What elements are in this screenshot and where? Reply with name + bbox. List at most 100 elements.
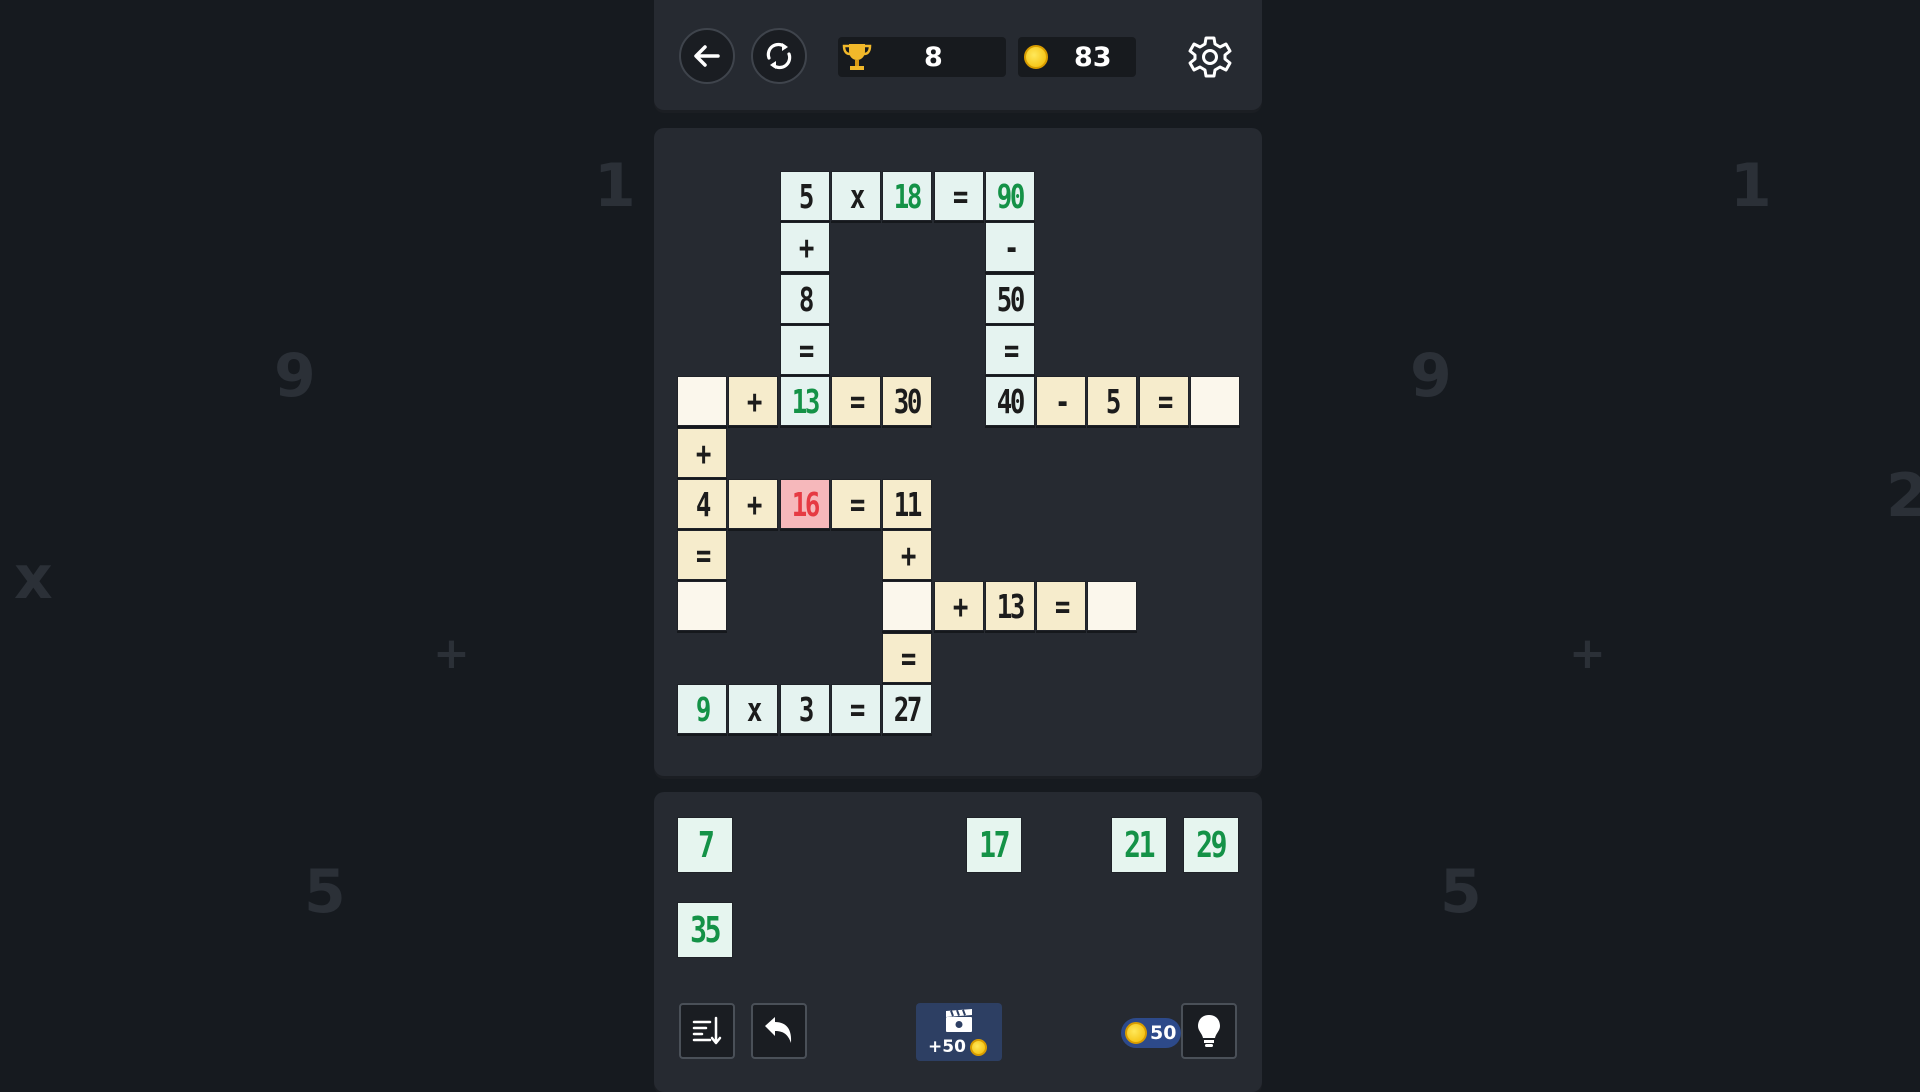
empty-slot[interactable] — [1190, 376, 1240, 426]
number-tile[interactable]: 21 — [1111, 817, 1167, 873]
number-cell: 5 — [1087, 376, 1137, 426]
number-cell: 50 — [985, 274, 1035, 324]
cell-text: - — [1054, 381, 1069, 421]
cell-text: + — [746, 381, 761, 421]
cell-text: 5 — [1105, 381, 1120, 421]
cell-text: = — [1054, 586, 1069, 626]
number-cell: 40 — [985, 376, 1035, 426]
cell-text: 11 — [893, 484, 923, 524]
operator-cell: = — [1036, 581, 1086, 631]
cell-text: + — [952, 586, 967, 626]
empty-slot[interactable] — [882, 581, 932, 631]
operator-cell: = — [985, 325, 1035, 375]
bg-glyph: 5 — [304, 857, 346, 927]
clapperboard-icon — [946, 1009, 972, 1032]
trophy-counter: 8 — [838, 37, 1006, 77]
bg-glyph: 5 — [1440, 857, 1482, 927]
cell-text: = — [1003, 330, 1018, 370]
cell-text: = — [849, 484, 864, 524]
number-cell: 8 — [780, 274, 830, 324]
cell-text: = — [849, 381, 864, 421]
cell-text: + — [798, 227, 813, 267]
cell-text: + — [695, 433, 710, 473]
coin-icon — [1125, 1022, 1147, 1044]
bg-glyph: 1 — [594, 151, 636, 221]
lightbulb-icon — [1198, 1015, 1220, 1047]
cell-text: = — [900, 638, 915, 678]
number-cell: 3 — [780, 684, 830, 734]
number-cell: 5 — [780, 171, 830, 221]
coin-icon — [1024, 45, 1048, 69]
puzzle-board — [654, 128, 1262, 776]
operator-cell: - — [1036, 376, 1086, 426]
cell-text: + — [746, 484, 761, 524]
operator-cell: + — [728, 376, 778, 426]
bg-glyph: x — [14, 543, 53, 613]
coin-value: 83 — [1074, 41, 1112, 73]
cell-text: x — [746, 689, 761, 729]
coin-icon — [970, 1039, 987, 1056]
number-cell: 13 — [780, 376, 830, 426]
number-tile[interactable]: 17 — [966, 817, 1022, 873]
number-cell: 18 — [882, 171, 932, 221]
cell-text: x — [849, 176, 864, 216]
cell-text: 50 — [996, 279, 1026, 319]
number-cell: 11 — [882, 479, 932, 529]
number-cell[interactable]: 16 — [780, 479, 830, 529]
operator-cell: + — [934, 581, 984, 631]
tile-text: 17 — [979, 824, 1011, 866]
cell-text: 16 — [791, 484, 821, 524]
bg-glyph: + — [433, 628, 470, 679]
empty-slot[interactable] — [677, 581, 727, 631]
operator-cell: = — [1139, 376, 1189, 426]
empty-slot[interactable] — [1087, 581, 1137, 631]
back-button[interactable] — [679, 28, 735, 84]
cell-text: 13 — [996, 586, 1026, 626]
tile-text: 7 — [697, 824, 715, 866]
cell-text: = — [1157, 381, 1172, 421]
tile-text: 35 — [690, 909, 722, 951]
refresh-icon — [766, 42, 792, 70]
sort-button[interactable] — [679, 1003, 735, 1059]
operator-cell: + — [780, 222, 830, 272]
cell-text: 8 — [798, 279, 813, 319]
watch-video-button[interactable]: +50 — [916, 1003, 1002, 1061]
bg-glyph: 2 — [1886, 461, 1920, 531]
undo-icon — [765, 1017, 792, 1043]
gear-icon — [1188, 36, 1232, 78]
operator-cell: = — [677, 530, 727, 580]
operator-cell: + — [728, 479, 778, 529]
tile-text: 29 — [1196, 824, 1228, 866]
trophy-icon — [842, 44, 872, 70]
operator-cell: = — [934, 171, 984, 221]
number-tile[interactable]: 29 — [1183, 817, 1239, 873]
number-cell: 90 — [985, 171, 1035, 221]
cell-text: 90 — [996, 176, 1026, 216]
number-tile[interactable]: 7 — [677, 817, 733, 873]
coin-counter: 83 — [1018, 37, 1136, 77]
arrow-left-icon — [694, 45, 720, 67]
operator-cell: = — [831, 479, 881, 529]
bg-glyph: 9 — [274, 341, 316, 411]
number-cell: 4 — [677, 479, 727, 529]
hint-cost-badge: 50 — [1121, 1018, 1181, 1048]
cell-text: + — [900, 535, 915, 575]
operator-cell: = — [882, 633, 932, 683]
number-tile[interactable]: 35 — [677, 902, 733, 958]
empty-slot[interactable] — [677, 376, 727, 426]
cell-text: 40 — [996, 381, 1026, 421]
cell-text: 9 — [695, 689, 710, 729]
sort-icon — [692, 1016, 722, 1045]
number-cell: 9 — [677, 684, 727, 734]
undo-button[interactable] — [751, 1003, 807, 1059]
cell-text: 18 — [893, 176, 923, 216]
cell-text: = — [798, 330, 813, 370]
settings-button[interactable] — [1186, 33, 1234, 81]
number-cell: 27 — [882, 684, 932, 734]
cell-text: 4 — [695, 484, 710, 524]
cell-text: 27 — [893, 689, 923, 729]
operator-cell: = — [831, 376, 881, 426]
operator-cell: x — [728, 684, 778, 734]
hint-button[interactable] — [1181, 1003, 1237, 1059]
restart-button[interactable] — [751, 28, 807, 84]
